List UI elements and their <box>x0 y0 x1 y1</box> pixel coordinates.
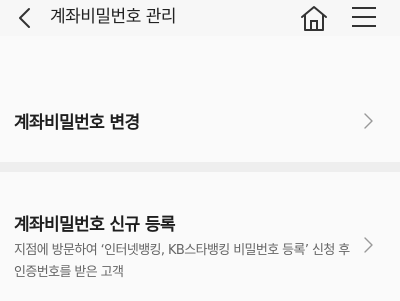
hamburger-menu-icon[interactable] <box>351 6 377 28</box>
list-item-description: 지점에 방문하여 ‘인터넷뱅킹, KB스타뱅킹 비밀번호 등록’ 신청 후 인증… <box>14 243 350 280</box>
app-header: 계좌비밀번호 관리 <box>0 0 400 36</box>
chevron-right-icon <box>364 237 373 253</box>
list-item-register-password[interactable]: 계좌비밀번호 신규 등록 지점에 방문하여 ‘인터넷뱅킹, KB스타뱅킹 비밀번… <box>0 172 400 301</box>
home-icon[interactable] <box>299 4 329 32</box>
back-arrow-icon[interactable] <box>14 6 38 30</box>
list-item-title: 계좌비밀번호 변경 <box>14 113 140 133</box>
chevron-right-icon <box>364 113 373 129</box>
section-divider <box>0 162 400 172</box>
list-item-title: 계좌비밀번호 신규 등록 <box>14 215 176 235</box>
page-title: 계좌비밀번호 관리 <box>50 7 177 27</box>
list-item-change-password[interactable]: 계좌비밀번호 변경 <box>0 36 400 162</box>
